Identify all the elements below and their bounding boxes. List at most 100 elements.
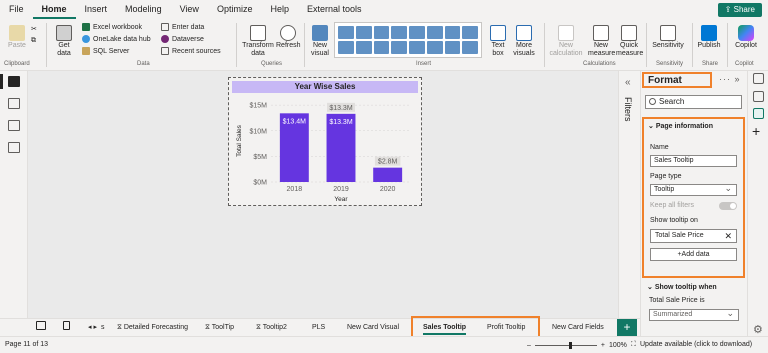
dax-query-icon[interactable] <box>8 142 20 153</box>
visual-type-icon[interactable] <box>409 26 425 39</box>
refresh-button[interactable]: Refresh <box>276 25 301 50</box>
excel-workbook-button[interactable]: Excel workbook <box>82 23 142 31</box>
expand-chevron-icon[interactable]: « <box>625 77 631 88</box>
sql-server-button[interactable]: SQL Server <box>82 47 129 55</box>
add-pane-icon[interactable]: + <box>752 123 760 139</box>
tab-pls[interactable]: PLS <box>312 321 325 335</box>
paste-label: Paste <box>8 42 26 49</box>
paste-button[interactable]: Paste <box>6 25 28 50</box>
new-measure-button[interactable]: New measure <box>588 25 615 58</box>
report-view-icon[interactable] <box>8 76 20 87</box>
share-button[interactable]: ⇪ Share <box>717 3 762 17</box>
tab-detailed-forecasting[interactable]: ⧖ Detailed Forecasting <box>117 321 188 335</box>
group-sensitivity: Sensitivity <box>656 61 684 67</box>
model-view-icon[interactable] <box>8 120 20 131</box>
page-name-field[interactable]: Sales Tooltip <box>650 155 737 167</box>
dataverse-button[interactable]: Dataverse <box>161 35 204 43</box>
visual-type-icon[interactable] <box>426 41 443 54</box>
visual-type-icon[interactable] <box>391 26 407 39</box>
visual-type-icon[interactable] <box>373 41 390 54</box>
tab-tooltip[interactable]: ⧖ ToolTip <box>205 321 234 335</box>
menu-help[interactable]: Help <box>261 0 298 19</box>
desktop-layout-icon[interactable] <box>36 321 46 330</box>
keep-all-filters-toggle[interactable] <box>719 202 737 210</box>
clipboard-icon <box>9 25 25 41</box>
recent-sources-button[interactable]: Recent sources <box>161 47 221 55</box>
refresh-icon <box>280 25 296 41</box>
tab-new-card-fields[interactable]: New Card Fields <box>552 321 604 335</box>
tab-nav-arrows[interactable]: ◂ ▸ <box>88 321 97 335</box>
summarization-select[interactable]: Summarized <box>649 308 739 321</box>
divider <box>46 23 47 67</box>
zoom-in-icon[interactable]: + <box>601 342 605 349</box>
mobile-layout-icon[interactable] <box>63 321 70 330</box>
tab-new-card-visual[interactable]: New Card Visual <box>347 321 399 335</box>
new-visual-button[interactable]: New visual <box>309 25 331 58</box>
enter-data-label: Enter data <box>172 23 205 31</box>
add-data-button[interactable]: +Add data <box>650 248 737 261</box>
cut-icon[interactable]: ✂ <box>31 25 37 33</box>
visual-type-icon[interactable] <box>444 41 461 54</box>
add-page-button[interactable]: + <box>617 319 637 336</box>
visual-type-icon[interactable] <box>391 41 407 54</box>
report-canvas[interactable]: Year Wise Sales $0M $5M $10M $15M Total Sale… <box>28 71 618 318</box>
tab-tooltip2[interactable]: ⧖ Tooltip2 <box>256 321 287 335</box>
data-pane-icon[interactable] <box>753 73 764 84</box>
menu-modeling[interactable]: Modeling <box>116 0 171 19</box>
visual-type-icon[interactable] <box>409 41 425 54</box>
update-available-link[interactable]: Update available (click to download) <box>640 341 752 348</box>
filters-pane-collapsed[interactable]: « Filters <box>618 71 640 318</box>
visual-type-icon[interactable] <box>426 26 443 39</box>
build-visual-icon[interactable] <box>753 91 764 102</box>
visual-type-icon[interactable] <box>338 26 354 39</box>
page-information-header[interactable]: ⌄ Page information <box>648 122 713 130</box>
table-view-icon[interactable] <box>8 98 20 109</box>
visual-type-icon[interactable] <box>355 41 372 54</box>
menu-optimize[interactable]: Optimize <box>208 0 262 19</box>
format-pane-icon[interactable] <box>753 108 764 119</box>
sql-icon <box>82 47 90 55</box>
menu-external-tools[interactable]: External tools <box>298 0 371 19</box>
zoom-out-icon[interactable]: – <box>527 342 531 349</box>
menu-insert[interactable]: Insert <box>76 0 117 19</box>
share-icon: ⇪ <box>724 5 734 14</box>
menu-file[interactable]: File <box>0 0 33 19</box>
tab-truncated[interactable]: s <box>101 321 105 335</box>
more-visuals-icon <box>516 25 532 41</box>
sensitivity-button[interactable]: Sensitivity <box>650 25 686 50</box>
gear-icon[interactable]: ⚙ <box>753 323 763 336</box>
visual-type-icon[interactable] <box>338 41 354 54</box>
view-rail <box>0 71 28 318</box>
more-visuals-button[interactable]: More visuals <box>511 25 537 58</box>
menu-view[interactable]: View <box>171 0 208 19</box>
visual-gallery[interactable] <box>334 22 482 58</box>
visual-type-icon[interactable] <box>462 26 478 39</box>
pane-options-icon[interactable]: ··· » <box>719 74 741 84</box>
text-box-button[interactable]: Text box <box>488 25 508 58</box>
show-tooltip-when-header[interactable]: ⌄ Show tooltip when <box>647 283 717 291</box>
visual-type-icon[interactable] <box>373 26 390 39</box>
get-data-button[interactable]: Get data <box>52 25 76 58</box>
zoom-slider[interactable] <box>534 341 597 349</box>
copilot-button[interactable]: Copilot <box>731 25 761 50</box>
group-copilot: Copilot <box>735 61 754 67</box>
format-search-input[interactable]: Search <box>645 95 742 109</box>
recent-label: Recent sources <box>172 47 221 55</box>
bar-chart-visual[interactable]: Year Wise Sales $0M $5M $10M $15M Total Sale… <box>228 77 422 206</box>
transform-data-button[interactable]: Transform data <box>240 25 276 58</box>
remove-field-icon[interactable]: ✕ <box>724 230 732 242</box>
visual-type-icon[interactable] <box>444 26 461 39</box>
new-calculation-button[interactable]: New calculation <box>548 25 584 58</box>
publish-button[interactable]: Publish <box>695 25 723 50</box>
quick-measure-button[interactable]: Quick measure <box>616 25 643 58</box>
visual-type-icon[interactable] <box>355 26 372 39</box>
enter-data-button[interactable]: Enter data <box>161 23 204 31</box>
onelake-button[interactable]: OneLake data hub <box>82 35 151 43</box>
copy-icon[interactable]: ⧉ <box>31 37 36 45</box>
page-type-select[interactable]: Tooltip <box>650 183 737 196</box>
tooltip-field-chip[interactable]: Total Sale Price ✕ <box>650 229 737 243</box>
fit-page-icon[interactable]: ⛶ <box>631 341 636 349</box>
visual-type-icon[interactable] <box>462 41 478 54</box>
menu-home[interactable]: Home <box>32 0 76 19</box>
zoom-control[interactable]: – + 100% ⛶ <box>527 341 636 349</box>
